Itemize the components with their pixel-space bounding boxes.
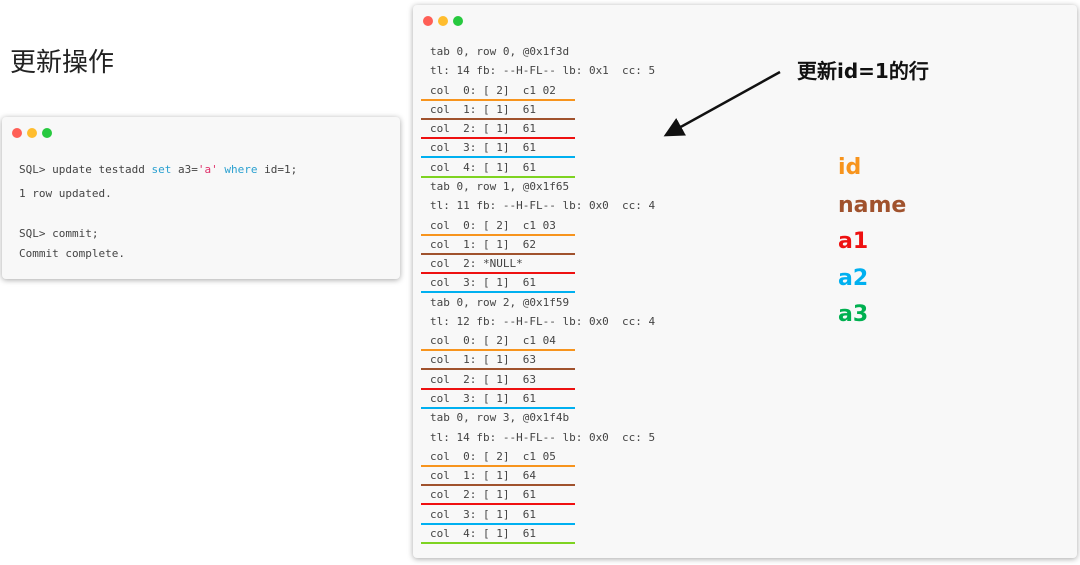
arrow-icon (663, 70, 781, 137)
legend-name: name (838, 193, 907, 218)
legend-a2: a2 (838, 266, 869, 291)
legend-a1: a1 (838, 229, 869, 254)
legend-id: id (838, 155, 862, 180)
legend-a3: a3 (838, 302, 869, 327)
annotation-label: 更新id=1的行 (797, 59, 929, 83)
